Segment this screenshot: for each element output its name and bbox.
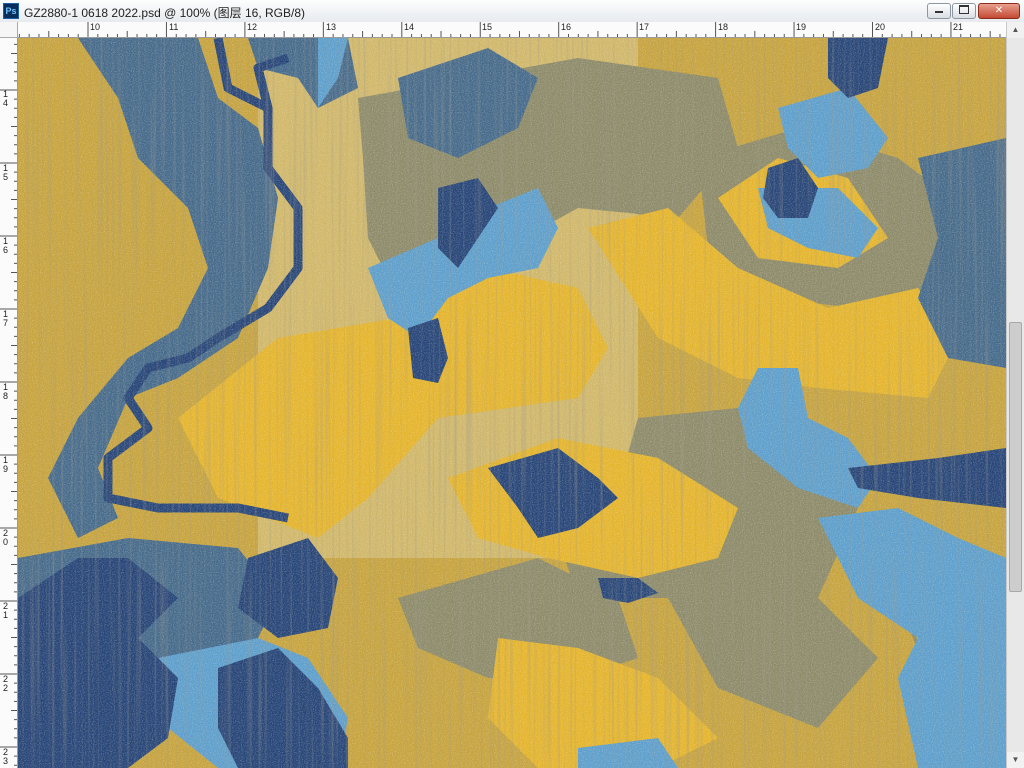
- ruler-label: 21: [953, 22, 964, 32]
- document-canvas[interactable]: [18, 38, 1006, 768]
- ruler-label: 11: [169, 22, 179, 32]
- close-button[interactable]: ✕: [978, 3, 1020, 19]
- ruler-label: 14: [404, 22, 415, 32]
- ruler-label: 18: [718, 22, 729, 32]
- ruler-label: 10: [90, 22, 101, 32]
- ruler-label: 12: [247, 22, 258, 32]
- horizontal-ruler[interactable]: 10 11 12 13 14 15 16 17 18 19 20 21: [18, 22, 1006, 38]
- scroll-up-icon[interactable]: ▲: [1007, 22, 1024, 38]
- ruler-label: 19: [796, 22, 807, 32]
- ruler-label: 16: [561, 22, 572, 32]
- vertical-ruler[interactable]: 14 15 16 17 18 19 20 21 22 23: [0, 38, 18, 768]
- minimize-icon: [935, 11, 943, 14]
- ruler-label: 18: [3, 382, 9, 401]
- ruler-label: 15: [3, 163, 9, 182]
- ruler-label: 17: [3, 309, 9, 328]
- ruler-label: 19: [3, 455, 9, 474]
- maximize-icon: [959, 5, 969, 15]
- maximize-button[interactable]: [952, 3, 976, 19]
- horizontal-ruler-ticks: [18, 22, 1001, 37]
- minimize-button[interactable]: [927, 3, 951, 19]
- document-title: GZ2880-1 0618 2022.psd @ 100% (图层 16, RG…: [24, 6, 305, 20]
- ruler-label: 17: [639, 22, 650, 32]
- ruler-label: 20: [3, 528, 9, 547]
- ruler-label: 20: [875, 22, 886, 32]
- ruler-label: 13: [326, 22, 337, 32]
- ruler-label: 22: [3, 674, 9, 693]
- close-icon: ✕: [994, 5, 1004, 16]
- streak-texture: [18, 38, 1006, 768]
- scroll-thumb[interactable]: [1009, 322, 1022, 592]
- ruler-label: 21: [3, 601, 9, 620]
- ruler-label: 23: [3, 747, 9, 766]
- ruler-origin-corner[interactable]: [0, 22, 18, 38]
- camouflage-artwork: [18, 38, 1006, 768]
- vertical-ruler-ticks: [0, 43, 17, 766]
- photoshop-document-window: Ps GZ2880-1 0618 2022.psd @ 100% (图层 16,…: [0, 0, 1024, 768]
- ruler-label: 16: [3, 236, 9, 255]
- ruler-label: 14: [3, 89, 9, 108]
- title-bar[interactable]: Ps GZ2880-1 0618 2022.psd @ 100% (图层 16,…: [0, 0, 1024, 23]
- vertical-scrollbar[interactable]: ▲ ▼: [1006, 22, 1024, 768]
- photoshop-icon[interactable]: Ps: [3, 3, 19, 19]
- scroll-down-icon[interactable]: ▼: [1007, 752, 1024, 768]
- ruler-label: 15: [482, 22, 493, 32]
